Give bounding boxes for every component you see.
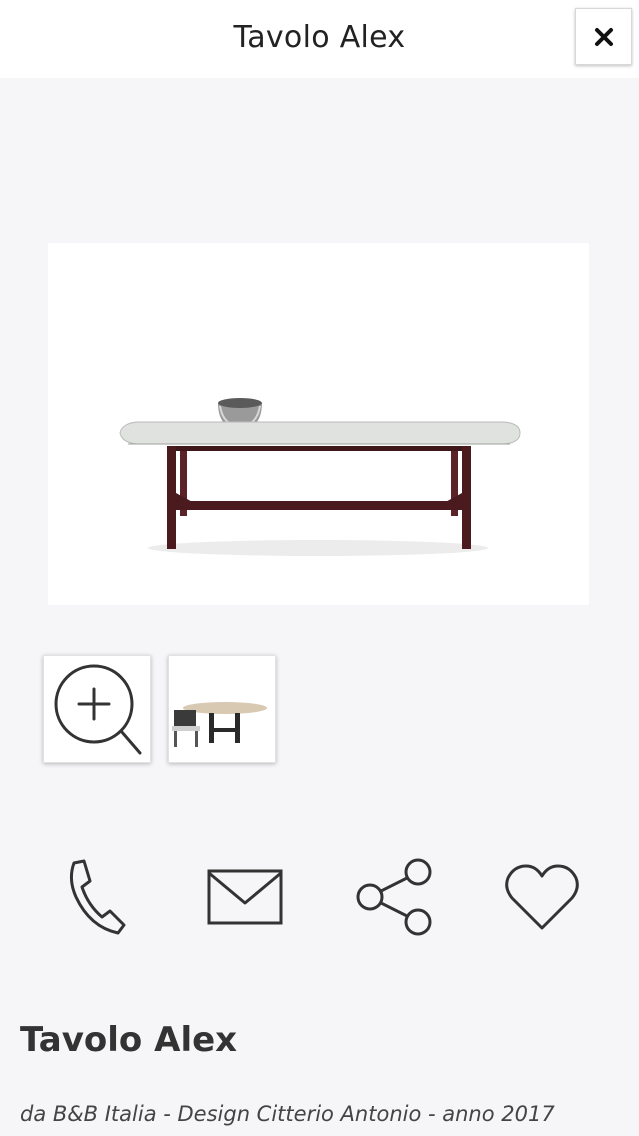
product-main-image[interactable] xyxy=(48,243,589,605)
zoom-in-icon xyxy=(54,664,142,755)
favorite-button[interactable] xyxy=(500,855,584,939)
close-icon xyxy=(594,27,613,46)
oval-table-with-chair-photo xyxy=(169,656,275,762)
close-button[interactable] xyxy=(575,8,632,65)
thumbnail-photo[interactable] xyxy=(168,655,276,763)
app-header: Tavolo Alex xyxy=(0,0,639,78)
heart-icon xyxy=(505,864,579,930)
coffee-table-photo xyxy=(119,398,521,556)
product-name: Tavolo Alex xyxy=(20,1020,238,1060)
call-button[interactable] xyxy=(53,855,137,939)
share-icon xyxy=(356,858,432,936)
product-subtitle: da B&B Italia - Design Citterio Antonio … xyxy=(20,1102,555,1126)
email-button[interactable] xyxy=(203,855,287,939)
share-button[interactable] xyxy=(352,855,436,939)
envelope-icon xyxy=(207,869,283,925)
zoom-button[interactable] xyxy=(43,655,151,763)
phone-icon xyxy=(69,859,126,935)
page-title: Tavolo Alex xyxy=(233,20,406,55)
